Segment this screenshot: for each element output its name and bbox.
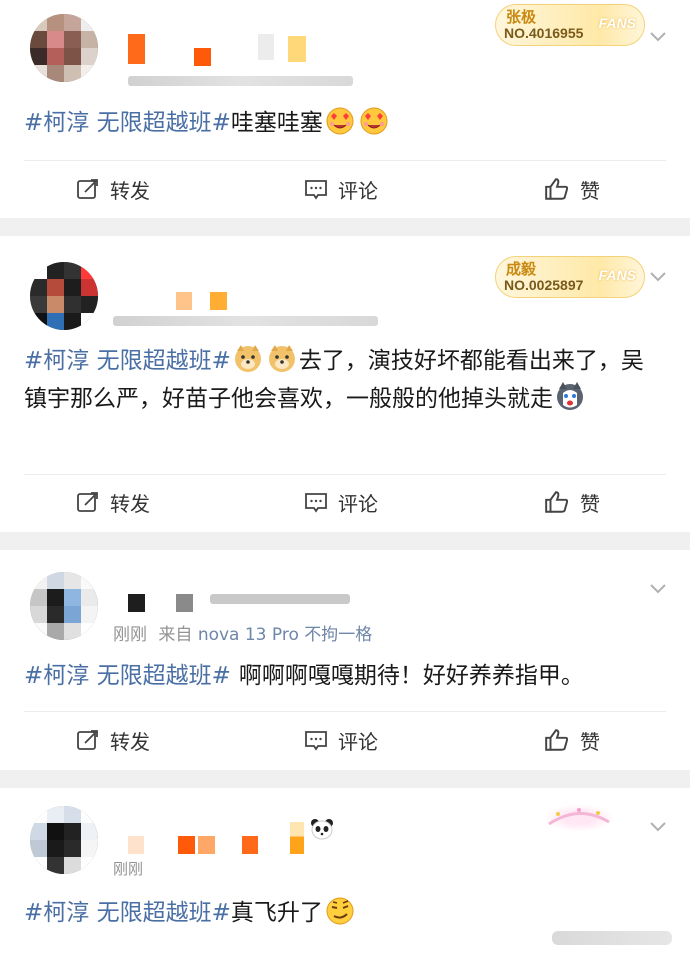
comment-button[interactable]: 评论 [304, 474, 378, 530]
smirk-emoji [325, 895, 355, 925]
comment-icon [305, 180, 327, 200]
decorative-badge [544, 804, 614, 832]
repost-label: 转发 [110, 729, 150, 754]
fans-badge-name: 成毅 [506, 260, 537, 278]
post-card: 刚刚 来自 nova 13 Pro 不拘一格 #柯淳 无限超越班# 啊啊啊嘎嘎期待… [0, 550, 690, 770]
fans-badge[interactable]: 张极 NO.4016955 FANS [495, 4, 645, 46]
like-button[interactable]: 赞 [544, 161, 600, 217]
doge-emoji [233, 343, 263, 373]
chevron-down-icon[interactable] [648, 816, 668, 836]
thumbs-up-icon [545, 729, 569, 751]
comment-icon [305, 731, 327, 751]
chevron-down-icon[interactable] [648, 578, 668, 598]
username-redacted[interactable] [128, 819, 348, 854]
repost-icon [77, 492, 98, 512]
chevron-down-icon[interactable] [648, 26, 668, 46]
post-content: #柯淳 无限超越班# 去了，演技好坏都能看出来了，吴镇宇那么严，好苗子他会喜欢，一… [24, 342, 666, 418]
username-redacted[interactable] [128, 594, 358, 612]
repost-button[interactable]: 转发 [76, 474, 150, 530]
doge-emoji [267, 343, 297, 373]
repost-icon [77, 730, 98, 750]
avatar[interactable] [30, 14, 98, 82]
hashtag-link[interactable]: #柯淳 无限超越班# [24, 900, 231, 926]
action-bar: 转发 评论 赞 [0, 161, 690, 217]
post-meta: 刚刚 [113, 858, 143, 879]
comment-button[interactable]: 评论 [304, 712, 378, 768]
post-card: 张极 NO.4016955 FANS #柯淳 无限超越班#哇塞哇塞 转发 评论 … [0, 0, 690, 218]
post-meta: 刚刚 来自 nova 13 Pro 不拘一格 [113, 620, 372, 645]
post-text: 真飞升了 [230, 900, 323, 926]
post-time: 刚刚 [113, 625, 147, 645]
like-label: 赞 [580, 491, 600, 516]
post-content: #柯淳 无限超越班# 啊啊啊嘎嘎期待！好好养养指甲。 [24, 657, 666, 695]
fans-badge-name: 张极 [506, 8, 537, 26]
repost-label: 转发 [110, 178, 150, 203]
hashtag-link[interactable]: #柯淳 无限超越班# [24, 110, 231, 136]
repost-button[interactable]: 转发 [76, 161, 150, 217]
panda-icon [310, 818, 334, 840]
husky-emoji [555, 381, 585, 411]
repost-icon [77, 179, 98, 199]
watermark-redacted [552, 931, 672, 945]
repost-label: 转发 [110, 491, 150, 516]
like-button[interactable]: 赞 [544, 474, 600, 530]
username-redacted[interactable] [128, 34, 318, 66]
like-label: 赞 [580, 729, 600, 754]
source-device-link[interactable]: nova 13 Pro 不拘一格 [198, 625, 372, 645]
fans-badge[interactable]: 成毅 NO.0025897 FANS [495, 256, 645, 298]
avatar[interactable] [30, 572, 98, 640]
post-meta-redacted [113, 316, 378, 326]
post-meta-redacted [128, 76, 353, 86]
post-content: #柯淳 无限超越班#真飞升了 [24, 894, 666, 932]
avatar[interactable] [30, 262, 98, 330]
post-text: 啊啊啊嘎嘎期待！好好养养指甲。 [238, 663, 584, 689]
avatar[interactable] [30, 806, 98, 874]
post-card: 刚刚 #柯淳 无限超越班#真飞升了 [0, 788, 690, 953]
post-time: 刚刚 [113, 860, 144, 878]
fans-badge-label: FANS [598, 15, 636, 31]
hashtag-link[interactable]: #柯淳 无限超越班# [24, 663, 231, 689]
comment-label: 评论 [338, 491, 378, 516]
fans-badge-number: NO.4016955 [504, 25, 584, 41]
post-content: #柯淳 无限超越班#哇塞哇塞 [24, 104, 666, 142]
post-card: 成毅 NO.0025897 FANS #柯淳 无限超越班# 去了，演技好坏都能看出… [0, 236, 690, 532]
chevron-down-icon[interactable] [648, 266, 668, 286]
action-bar: 转发 评论 赞 [0, 712, 690, 768]
hashtag-link[interactable]: #柯淳 无限超越班# [24, 348, 231, 374]
thumbs-up-icon [545, 178, 569, 200]
comment-icon [305, 493, 327, 513]
heart-eyes-emoji [359, 105, 389, 135]
action-bar: 转发 评论 赞 [0, 474, 690, 530]
heart-eyes-emoji [325, 105, 355, 135]
fans-badge-number: NO.0025897 [504, 277, 584, 293]
source-prefix: 来自 [158, 625, 193, 645]
comment-button[interactable]: 评论 [304, 161, 378, 217]
like-button[interactable]: 赞 [544, 712, 600, 768]
thumbs-up-icon [545, 491, 569, 513]
like-label: 赞 [580, 178, 600, 203]
repost-button[interactable]: 转发 [76, 712, 150, 768]
post-text: 哇塞哇塞 [230, 110, 323, 136]
comment-label: 评论 [338, 729, 378, 754]
comment-label: 评论 [338, 178, 378, 203]
fans-badge-label: FANS [598, 267, 636, 283]
username-redacted[interactable] [176, 292, 236, 310]
